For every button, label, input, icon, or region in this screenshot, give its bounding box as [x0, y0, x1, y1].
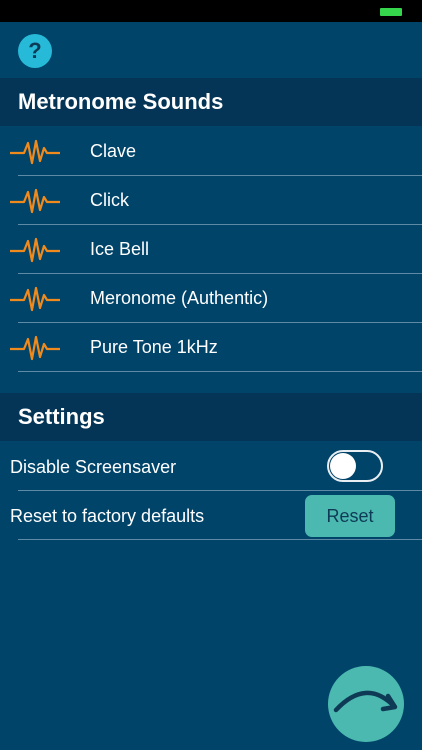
- section-title: Settings: [18, 404, 105, 429]
- setting-reset-defaults: Reset to factory defaults Reset: [0, 491, 422, 540]
- waveform-icon: [10, 286, 60, 312]
- next-button[interactable]: [328, 666, 404, 742]
- sound-item-click[interactable]: Click: [0, 176, 422, 225]
- sound-label: Clave: [90, 141, 137, 161]
- divider: [18, 371, 422, 372]
- sound-item-meronome-authentic[interactable]: Meronome (Authentic): [0, 274, 422, 323]
- settings-header: Settings: [0, 393, 422, 441]
- screensaver-toggle[interactable]: [327, 450, 383, 482]
- metronome-sounds-header: Metronome Sounds: [0, 78, 422, 126]
- divider: [18, 539, 422, 540]
- sound-label: Click: [90, 190, 129, 210]
- status-bar: [0, 0, 422, 22]
- battery-icon: [380, 8, 402, 16]
- waveform-icon: [10, 335, 60, 361]
- section-title: Metronome Sounds: [18, 89, 224, 114]
- curved-arrow-icon: [333, 690, 398, 713]
- waveform-icon: [10, 237, 60, 263]
- sound-item-ice-bell[interactable]: Ice Bell: [0, 225, 422, 274]
- setting-label: Reset to factory defaults: [10, 506, 205, 526]
- sound-label: Pure Tone 1kHz: [90, 337, 218, 357]
- question-mark-icon: ?: [28, 38, 42, 63]
- setting-label: Disable Screensaver: [10, 457, 177, 477]
- sound-label: Ice Bell: [90, 239, 150, 259]
- sound-item-clave[interactable]: Clave: [0, 127, 422, 176]
- sound-label: Meronome (Authentic): [90, 288, 269, 308]
- sound-item-pure-tone-1khz[interactable]: Pure Tone 1kHz: [0, 323, 422, 372]
- setting-disable-screensaver: Disable Screensaver: [0, 442, 422, 491]
- reset-button[interactable]: Reset: [305, 495, 395, 537]
- toggle-knob: [330, 453, 356, 479]
- waveform-icon: [10, 139, 60, 165]
- help-button[interactable]: ?: [18, 34, 52, 68]
- waveform-icon: [10, 188, 60, 214]
